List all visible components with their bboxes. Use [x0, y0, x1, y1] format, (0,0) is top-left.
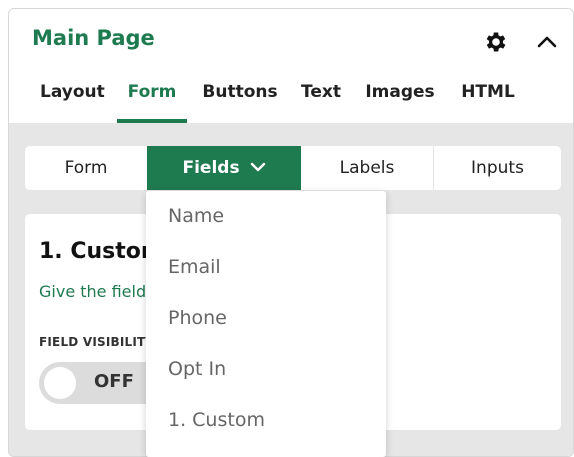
chevron-down-icon	[250, 162, 265, 171]
dropdown-item-email[interactable]: Email	[146, 242, 386, 293]
tab-form[interactable]: Form	[117, 79, 187, 123]
tab-html[interactable]: HTML	[458, 79, 518, 123]
field-visibility-label: FIELD VISIBILITY	[39, 335, 155, 349]
tab-layout[interactable]: Layout	[40, 79, 105, 123]
panel-header: Main Page Layout Form Buttons Text Image…	[9, 9, 573, 123]
toggle-state-text: OFF	[94, 371, 134, 392]
toggle-knob	[44, 367, 76, 399]
main-tabs: Layout Form Buttons Text Images HTML	[9, 79, 573, 123]
gear-icon[interactable]	[483, 29, 509, 55]
subtab-inputs[interactable]: Inputs	[433, 146, 561, 190]
subtab-fields[interactable]: Fields	[147, 146, 301, 190]
dropdown-item-opt-in[interactable]: Opt In	[146, 344, 386, 395]
card-description: Give the field	[39, 282, 147, 301]
dropdown-item-name[interactable]: Name	[146, 191, 386, 242]
tab-images[interactable]: Images	[365, 79, 435, 123]
tab-text[interactable]: Text	[299, 79, 343, 123]
tab-buttons[interactable]: Buttons	[202, 79, 278, 123]
dropdown-item-phone[interactable]: Phone	[146, 293, 386, 344]
page-title: Main Page	[32, 26, 155, 50]
dropdown-item-custom[interactable]: 1. Custom	[146, 395, 386, 446]
subtab-form[interactable]: Form	[25, 146, 147, 190]
subtab-bar: Form Fields Labels Inputs	[25, 146, 561, 190]
fields-dropdown-menu: Name Email Phone Opt In 1. Custom	[146, 191, 386, 457]
subtab-labels[interactable]: Labels	[301, 146, 433, 190]
chevron-up-icon[interactable]	[535, 30, 559, 54]
